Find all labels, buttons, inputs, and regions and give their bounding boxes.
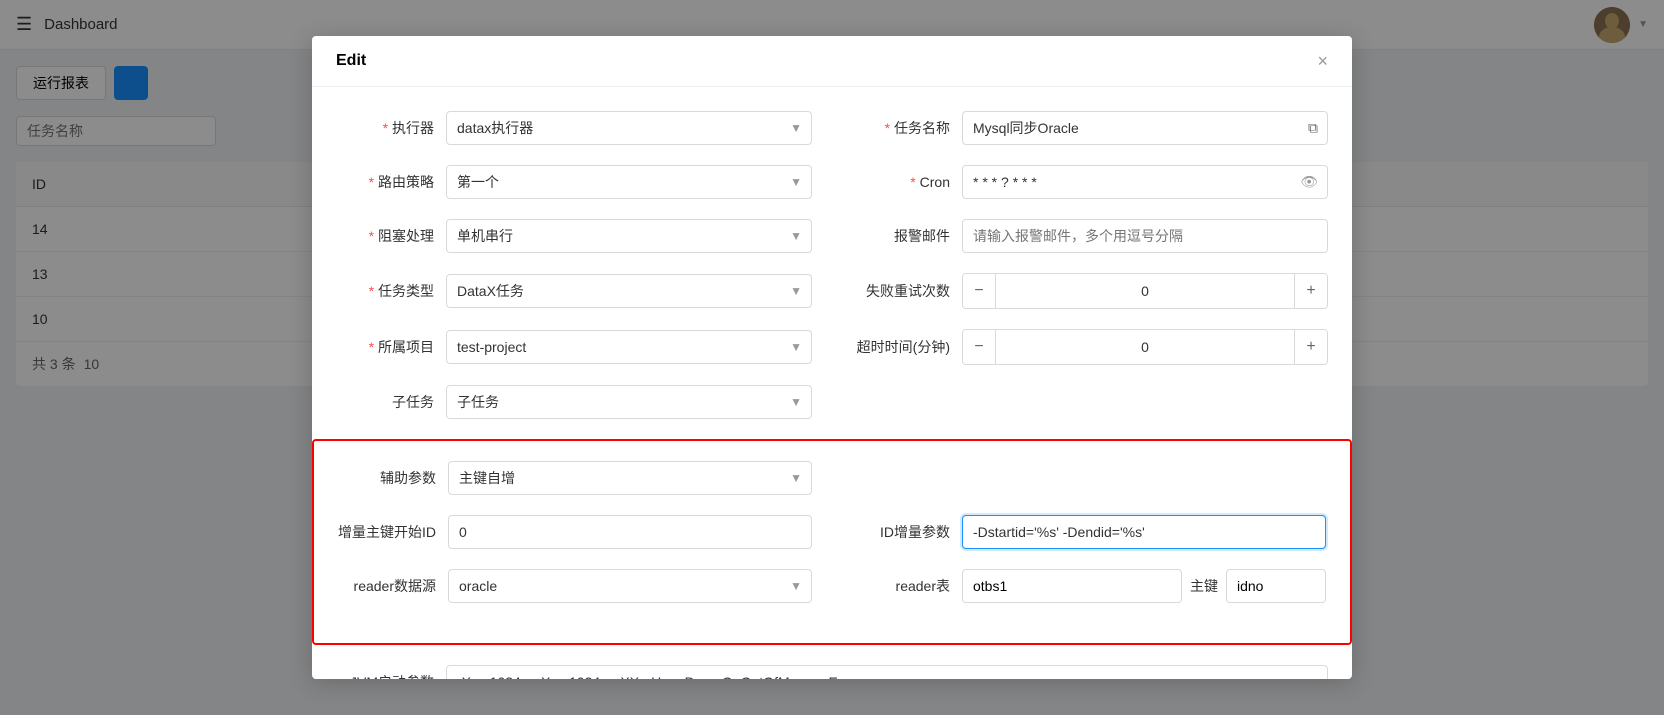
incr-start-id-field: 增量主键开始ID xyxy=(338,515,812,549)
alarm-email-input[interactable] xyxy=(962,219,1328,253)
reader-pk-input[interactable] xyxy=(1226,569,1326,603)
fail-retry-input: − + xyxy=(962,273,1328,309)
aux-param-select[interactable]: 主键自增 xyxy=(448,461,812,495)
task-name-wrapper: ⧉ xyxy=(962,111,1328,145)
timeout-label: 超时时间(分钟) xyxy=(852,337,962,357)
id-incr-param-field: ID增量参数 xyxy=(852,515,1326,549)
modal-body: 执行器 datax执行器 ▼ 任务名称 ⧉ xyxy=(312,87,1352,680)
subtask-select-wrapper: 子任务 ▼ xyxy=(446,385,812,419)
form-row-2: 路由策略 第一个 ▼ Cron 👁 xyxy=(336,165,1328,199)
incr-start-id-label: 增量主键开始ID xyxy=(338,522,448,542)
fail-retry-minus-button[interactable]: − xyxy=(963,274,995,308)
timeout-input: − + xyxy=(962,329,1328,365)
timeout-value[interactable] xyxy=(995,330,1295,364)
copy-icon[interactable]: ⧉ xyxy=(1308,119,1318,136)
modal-overlay[interactable]: Edit × 执行器 datax执行器 ▼ 任务名称 xyxy=(0,0,1664,715)
jvm-row: JVM启动参数 xyxy=(336,645,1328,680)
fail-retry-plus-button[interactable]: + xyxy=(1295,274,1327,308)
block-select-wrapper: 单机串行 ▼ xyxy=(446,219,812,253)
incr-id-row: 增量主键开始ID ID增量参数 xyxy=(338,515,1326,549)
timeout-plus-button[interactable]: + xyxy=(1295,330,1327,364)
routing-select[interactable]: 第一个 xyxy=(446,165,812,199)
routing-label: 路由策略 xyxy=(336,172,446,192)
project-label: 所属项目 xyxy=(336,337,446,357)
modal-close-button[interactable]: × xyxy=(1317,52,1328,70)
form-row-4: 任务类型 DataX任务 ▼ 失败重试次数 − + xyxy=(336,273,1328,309)
form-row-5: 所属项目 test-project ▼ 超时时间(分钟) − + xyxy=(336,329,1328,365)
aux-param-right-placeholder xyxy=(852,461,1326,495)
block-field: 阻塞处理 单机串行 ▼ xyxy=(336,219,812,253)
cron-input[interactable] xyxy=(962,165,1328,199)
fail-retry-label: 失败重试次数 xyxy=(852,281,962,301)
alarm-email-field: 报警邮件 xyxy=(852,219,1328,253)
reader-table-group: 主键 xyxy=(962,569,1326,603)
cron-field: Cron 👁 xyxy=(852,165,1328,199)
task-type-select-wrapper: DataX任务 ▼ xyxy=(446,274,812,308)
block-select[interactable]: 单机串行 xyxy=(446,219,812,253)
subtask-select[interactable]: 子任务 xyxy=(446,385,812,419)
jvm-input[interactable] xyxy=(446,665,1328,680)
incr-start-id-input[interactable] xyxy=(448,515,812,549)
id-incr-param-label: ID增量参数 xyxy=(852,522,962,542)
reader-datasource-label: reader数据源 xyxy=(338,576,448,596)
task-type-label: 任务类型 xyxy=(336,281,446,301)
alarm-email-label: 报警邮件 xyxy=(852,226,962,246)
fail-retry-field: 失败重试次数 − + xyxy=(852,273,1328,309)
task-type-select[interactable]: DataX任务 xyxy=(446,274,812,308)
executor-field: 执行器 datax执行器 ▼ xyxy=(336,111,812,145)
task-name-input[interactable] xyxy=(962,111,1328,145)
jvm-field: JVM启动参数 xyxy=(336,665,1328,680)
aux-param-row: 辅助参数 主键自增 ▼ xyxy=(338,461,1326,495)
eye-icon[interactable]: 👁 xyxy=(1300,173,1318,190)
executor-select-wrapper: datax执行器 ▼ xyxy=(446,111,812,145)
executor-select[interactable]: datax执行器 xyxy=(446,111,812,145)
aux-param-label: 辅助参数 xyxy=(338,468,448,488)
form-row-1: 执行器 datax执行器 ▼ 任务名称 ⧉ xyxy=(336,111,1328,145)
form-row-6: 子任务 子任务 ▼ xyxy=(336,385,1328,419)
aux-param-field: 辅助参数 主键自增 ▼ xyxy=(338,461,812,495)
routing-select-wrapper: 第一个 ▼ xyxy=(446,165,812,199)
task-name-field: 任务名称 ⧉ xyxy=(852,111,1328,145)
reader-datasource-select-wrapper: oracle ▼ xyxy=(448,569,812,603)
form-row-3: 阻塞处理 单机串行 ▼ 报警邮件 xyxy=(336,219,1328,253)
jvm-label: JVM启动参数 xyxy=(336,672,446,680)
reader-datasource-field: reader数据源 oracle ▼ xyxy=(338,569,812,603)
cron-label: Cron xyxy=(852,174,962,190)
id-incr-param-input[interactable] xyxy=(962,515,1326,549)
reader-table-field: reader表 主键 xyxy=(852,569,1326,603)
reader-table-input[interactable] xyxy=(962,569,1182,603)
subtask-right-placeholder xyxy=(852,385,1328,419)
reader-pk-label: 主键 xyxy=(1190,576,1218,596)
project-select-wrapper: test-project ▼ xyxy=(446,330,812,364)
reader-datasource-select[interactable]: oracle xyxy=(448,569,812,603)
modal-header: Edit × xyxy=(312,36,1352,87)
task-name-label: 任务名称 xyxy=(852,118,962,138)
aux-param-select-wrapper: 主键自增 ▼ xyxy=(448,461,812,495)
project-select[interactable]: test-project xyxy=(446,330,812,364)
edit-modal: Edit × 执行器 datax执行器 ▼ 任务名称 xyxy=(312,36,1352,680)
task-type-field: 任务类型 DataX任务 ▼ xyxy=(336,273,812,309)
reader-row: reader数据源 oracle ▼ reader表 主键 xyxy=(338,569,1326,603)
block-label: 阻塞处理 xyxy=(336,226,446,246)
executor-label: 执行器 xyxy=(336,118,446,138)
cron-wrapper: 👁 xyxy=(962,165,1328,199)
project-field: 所属项目 test-project ▼ xyxy=(336,329,812,365)
subtask-field: 子任务 子任务 ▼ xyxy=(336,385,812,419)
timeout-field: 超时时间(分钟) − + xyxy=(852,329,1328,365)
reader-table-label: reader表 xyxy=(852,576,962,596)
routing-field: 路由策略 第一个 ▼ xyxy=(336,165,812,199)
modal-title: Edit xyxy=(336,52,366,70)
timeout-minus-button[interactable]: − xyxy=(963,330,995,364)
subtask-label: 子任务 xyxy=(336,392,446,412)
fail-retry-value[interactable] xyxy=(995,274,1295,308)
highlighted-params-section: 辅助参数 主键自增 ▼ 增量主键开始ID xyxy=(312,439,1352,645)
